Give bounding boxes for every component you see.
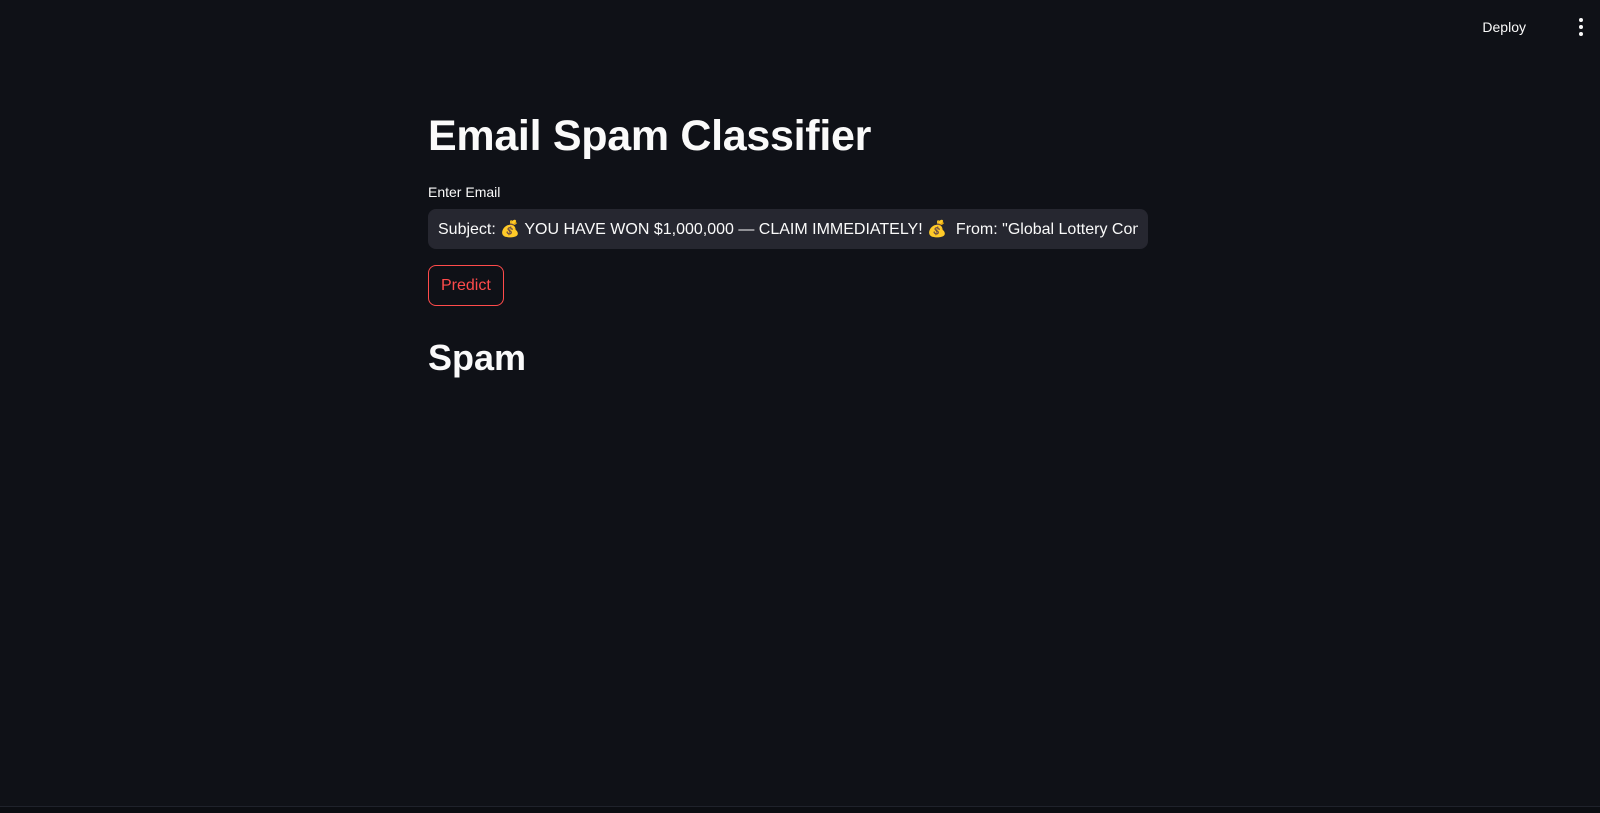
menu-dot <box>1579 25 1583 29</box>
app-window: Deploy Email Spam Classifier Enter Email… <box>0 0 1600 813</box>
deploy-button[interactable]: Deploy <box>1474 14 1534 40</box>
vertical-ellipsis-icon[interactable] <box>1570 14 1592 40</box>
main-content: Email Spam Classifier Enter Email Predic… <box>428 100 1148 380</box>
page-title: Email Spam Classifier <box>428 112 872 160</box>
email-field-label: Enter Email <box>428 184 501 200</box>
email-input[interactable] <box>428 209 1148 249</box>
bottom-edge <box>0 806 1600 813</box>
menu-dot <box>1579 32 1583 36</box>
predict-button[interactable]: Predict <box>428 265 504 306</box>
top-header: Deploy <box>0 0 1600 54</box>
prediction-result: Spam <box>428 337 527 378</box>
menu-dot <box>1579 18 1583 22</box>
